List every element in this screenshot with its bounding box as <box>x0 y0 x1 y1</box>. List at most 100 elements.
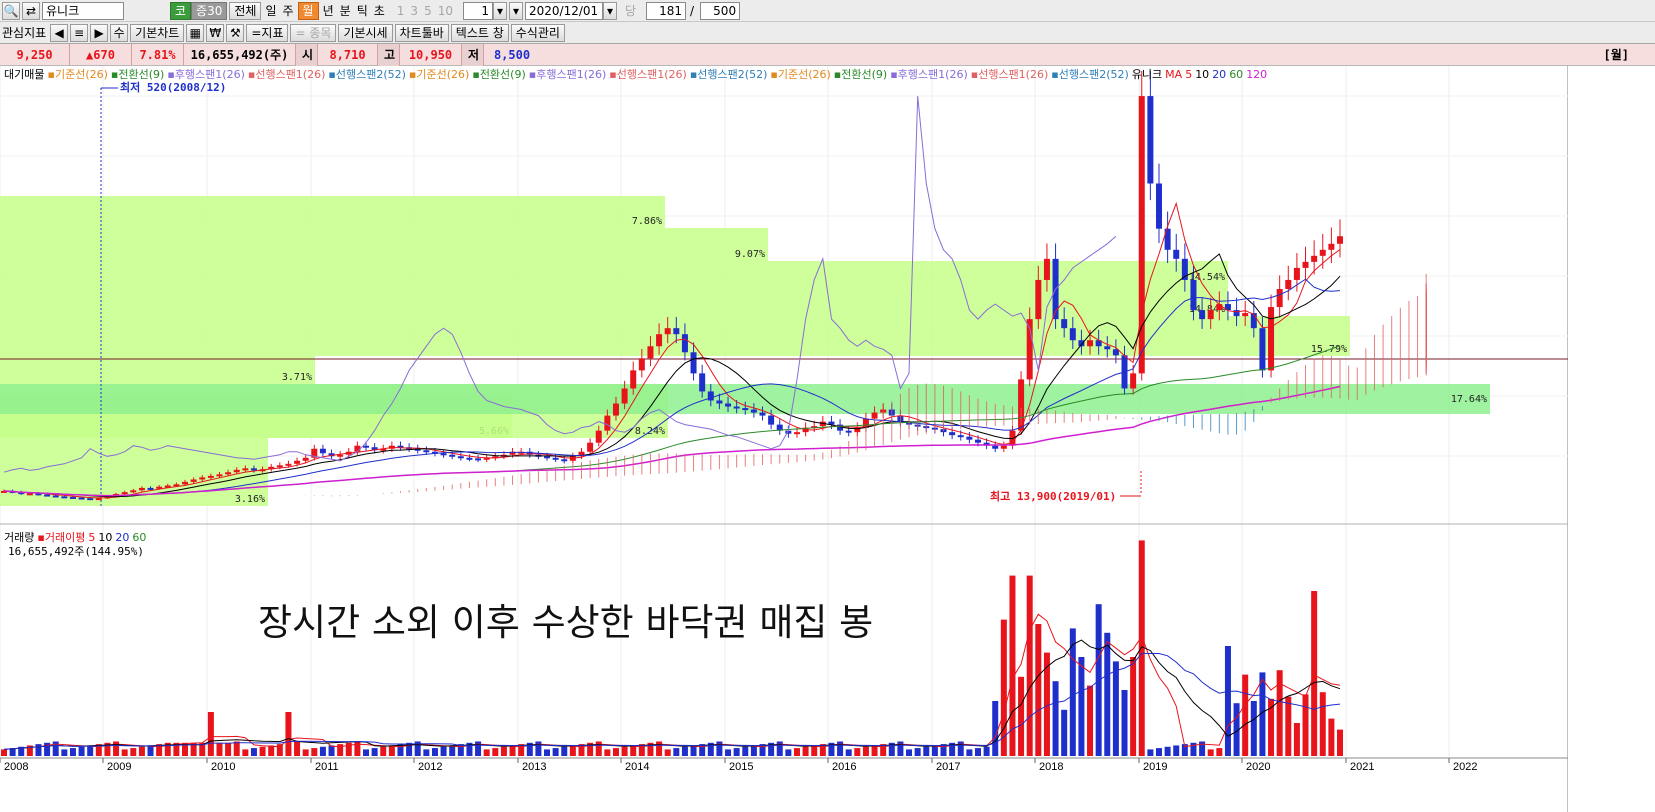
candle <box>199 477 206 480</box>
candle <box>587 442 594 452</box>
su-button[interactable]: 수 <box>110 23 129 42</box>
menu-icon[interactable]: ≡ <box>70 23 89 42</box>
volume-bar <box>612 748 619 756</box>
volume-profile-band <box>0 356 315 384</box>
chevron-down-icon[interactable]: ▾ <box>492 1 507 20</box>
wrench-icon[interactable]: ⚒ <box>226 23 245 42</box>
indicator-button[interactable]: =지표 <box>246 23 289 42</box>
price-legend-item: 선행스팬1(26) <box>978 68 1049 81</box>
candle <box>664 328 671 335</box>
volume-bar <box>449 745 456 756</box>
volume-bar <box>440 746 447 756</box>
volume-bar <box>793 748 800 756</box>
basic-quote-button[interactable]: 기본시세 <box>338 23 393 42</box>
x-axis-label: 2012 <box>418 761 442 773</box>
candle <box>225 472 232 475</box>
total-count-input[interactable]: 500 <box>700 1 741 20</box>
candle <box>733 406 740 409</box>
volume-bar <box>1138 540 1145 756</box>
volume-bar <box>931 745 938 756</box>
price-legend-item: 선행스팬2(52) <box>697 68 768 81</box>
date-input[interactable]: 2020/12/01 <box>524 1 603 20</box>
chevron-left-icon[interactable]: ◀ <box>50 23 69 42</box>
candle <box>52 495 59 498</box>
interval-10-button[interactable]: 10 <box>436 2 455 20</box>
volume-bar <box>1061 709 1068 756</box>
period-minute-button[interactable]: 분 <box>338 2 353 20</box>
period-month-button[interactable]: 월 <box>297 1 319 20</box>
candle <box>242 468 249 471</box>
candle <box>302 457 309 461</box>
swap-icon[interactable]: ⇄ <box>22 1 40 20</box>
formula-manager-button[interactable]: 수식관리 <box>510 23 565 42</box>
candle <box>681 334 688 353</box>
period-week-button[interactable]: 주 <box>281 2 296 20</box>
price-legend-item: 유니크 <box>1131 68 1163 81</box>
period-tick-button[interactable]: 틱 <box>355 2 370 20</box>
volume-bar <box>1337 729 1343 756</box>
search-icon[interactable]: 🔍 <box>2 1 20 20</box>
chart-toolbar-button[interactable]: 차트툴바 <box>394 23 449 42</box>
interest-indicator-button[interactable]: 관심지표 <box>0 24 48 42</box>
interval-input[interactable]: 1 <box>462 1 493 20</box>
volume-bar <box>1207 749 1214 756</box>
display-count-input[interactable]: 181 <box>646 1 687 20</box>
volume-bar <box>604 749 611 756</box>
volume-bar <box>785 749 792 756</box>
volume-bar <box>1035 624 1042 756</box>
won-icon[interactable]: ₩ <box>206 23 225 42</box>
volume-bar <box>233 741 240 756</box>
volume-profile-band <box>0 316 1350 356</box>
period-second-button[interactable]: 초 <box>372 2 387 20</box>
dang-button[interactable]: 당 <box>623 2 638 20</box>
volume-bar <box>1147 749 1154 756</box>
candle <box>837 424 844 431</box>
high-label: 고 <box>378 43 400 66</box>
candle <box>130 490 137 493</box>
calendar-dropdown-icon[interactable]: ▾ <box>602 1 617 20</box>
legend-marker: ▪ <box>328 68 336 81</box>
x-axis-label: 2011 <box>315 761 339 773</box>
chart-area[interactable]: 3.16%5.66%8.24%17.64%3.71%15.79%14.84%14… <box>0 66 1568 812</box>
volume-bar <box>138 746 145 756</box>
volume-bar <box>328 745 335 756</box>
volume-bar <box>250 748 257 756</box>
table-icon[interactable]: ▦ <box>186 23 205 42</box>
x-axis-label: 2018 <box>1039 761 1063 773</box>
legend-marker: ▪ <box>609 68 617 81</box>
legend-marker: ▪ <box>47 68 55 81</box>
period-day-button[interactable]: 일 <box>263 2 278 20</box>
basic-chart-button[interactable]: 기본차트 <box>130 23 185 42</box>
candle <box>699 373 706 392</box>
price-legend-item: 대기매물 <box>4 68 45 81</box>
volume-bar <box>1173 745 1180 756</box>
interval-5-button[interactable]: 5 <box>422 2 434 20</box>
volume-readout: 16,655,492주(144.95%) <box>8 545 144 558</box>
volume-bar <box>276 744 283 756</box>
legend-marker: ▪ <box>770 68 778 81</box>
volume-bar <box>1319 692 1326 756</box>
legend-marker: ▪ <box>890 68 898 81</box>
text-window-button[interactable]: 텍스트 창 <box>450 23 509 42</box>
all-button[interactable]: 전체 <box>229 1 262 20</box>
volume-bar <box>121 749 128 756</box>
chart-svg[interactable]: 3.16%5.66%8.24%17.64%3.71%15.79%14.84%14… <box>0 66 1568 812</box>
period-year-button[interactable]: 년 <box>321 2 336 20</box>
interval-3-button[interactable]: 3 <box>408 2 420 20</box>
stock-compare-button[interactable]: = 종목 <box>290 23 337 42</box>
volume-bar <box>1293 723 1300 756</box>
stock-name-input[interactable]: 유니크 <box>42 1 124 20</box>
quote-bar: 9,250 ▲670 7.81% 16,655,492(주) 시 8,710 고… <box>0 43 1655 66</box>
open-value: 8,710 <box>318 43 378 66</box>
volume-bar <box>811 745 818 756</box>
chevron-right-icon[interactable]: ▶ <box>90 23 109 42</box>
price-legend-item: MA <box>1165 68 1183 81</box>
volume-profile-band <box>0 196 665 228</box>
interval-1-button[interactable]: 1 <box>395 2 407 20</box>
candle <box>1242 313 1249 317</box>
volume-bar <box>319 746 326 756</box>
chevron-down-icon[interactable]: ▾ <box>508 1 523 20</box>
volume-bar <box>802 746 809 756</box>
candle <box>26 493 33 496</box>
price-legend-item: 후행스팬1(26) <box>897 68 968 81</box>
